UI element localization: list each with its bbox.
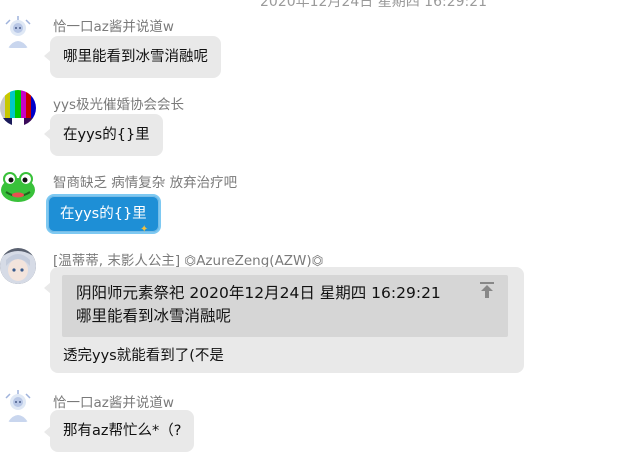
sender-name: 恰一口az酱并说道w — [53, 395, 174, 411]
message-bubble[interactable]: 在yys的{}里 — [50, 114, 163, 156]
quoted-header: 阴阳师元素祭祀 2020年12月24日 星期四 16:29:21 — [76, 284, 441, 302]
sender-name: yys极光催婚协会会长 — [53, 97, 185, 113]
sender-name: [温蒂蒂, 末影人公主] ⏣AzureZeng(AZW)⏣ — [53, 253, 324, 269]
quoted-text: 哪里能看到冰雪消融呢 — [76, 307, 232, 325]
anime-character-avatar[interactable] — [0, 248, 36, 284]
chat-window: 2020年12月24日 星期四 16:29:21 恰一口az酱并说道w 哪里能看… — [0, 0, 622, 467]
message-bubble[interactable]: 哪里能看到冰雪消融呢 — [50, 36, 221, 78]
frog-avatar[interactable] — [0, 168, 36, 204]
message-timestamp: 2020年12月24日 星期四 16:29:21 — [260, 0, 488, 10]
color-bars-avatar[interactable] — [0, 90, 36, 126]
quoted-message[interactable]: 阴阳师元素祭祀 2020年12月24日 星期四 16:29:21 哪里能看到冰雪… — [62, 275, 508, 337]
reply-text: 透完yys就能看到了(不是 — [63, 348, 224, 364]
snow-character-avatar[interactable] — [0, 14, 36, 50]
jump-to-top-icon[interactable] — [478, 281, 496, 299]
reply-message-bubble[interactable]: 阴阳师元素祭祀 2020年12月24日 星期四 16:29:21 哪里能看到冰雪… — [50, 267, 524, 373]
snow-character-avatar[interactable] — [0, 388, 36, 424]
sparkle-icon: ✦ — [140, 224, 149, 235]
message-bubble[interactable]: 那有az帮忙么*（? — [50, 410, 195, 452]
sender-name: 智商缺乏 病情复杂 放弃治疗吧 — [53, 175, 238, 191]
sender-name: 恰一口az酱并说道w — [53, 19, 174, 35]
